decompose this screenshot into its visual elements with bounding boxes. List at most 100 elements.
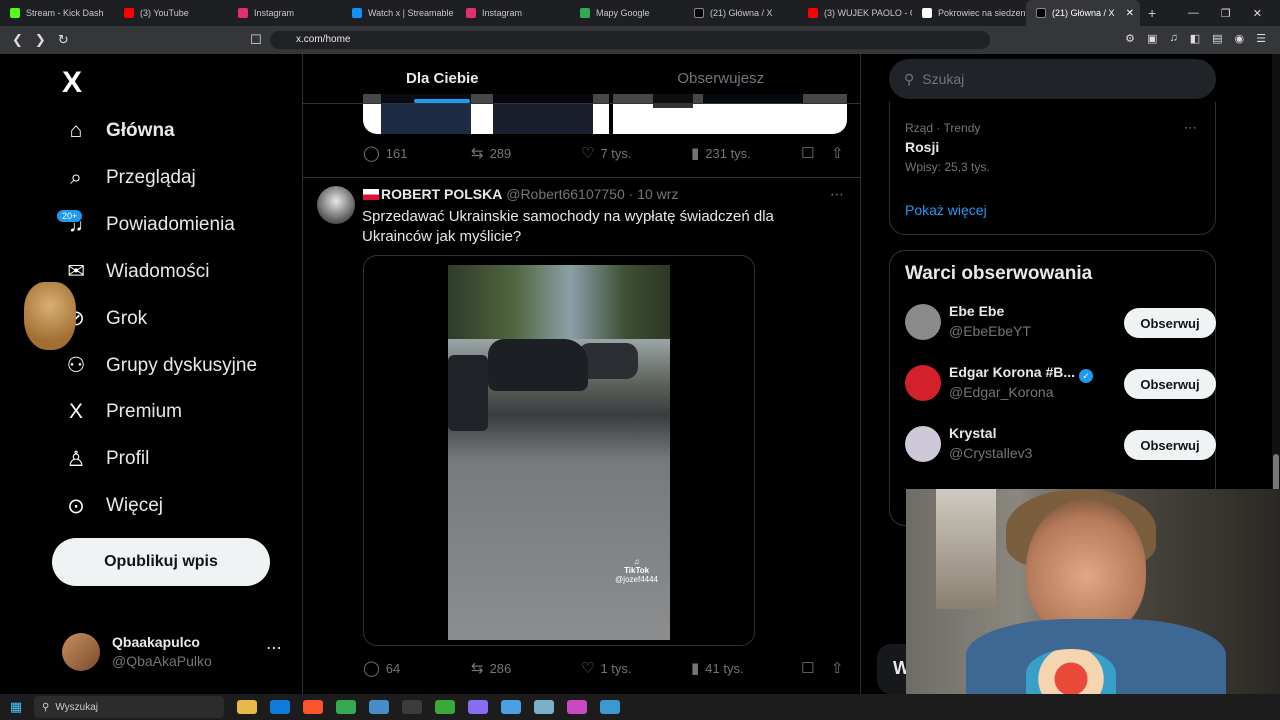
tab-following[interactable]: Obserwujesz	[582, 54, 861, 103]
like-button[interactable]: ♡ 7 tys.	[581, 144, 632, 162]
share-button[interactable]: ⇧	[831, 659, 844, 677]
user-name[interactable]: Ebe Ebe	[949, 303, 1004, 319]
tweet-text: Sprzedawać Ukrainskie samochody na wypła…	[362, 208, 774, 245]
taskbar-app-icon[interactable]	[468, 700, 488, 714]
tweet-video[interactable]: ♫ TikTok @jozef4444	[363, 255, 755, 646]
reply-button[interactable]: ◯ 64	[363, 659, 400, 677]
back-icon[interactable]: ❮	[12, 32, 23, 48]
screenshot-icon[interactable]: ▣	[1147, 32, 1157, 45]
bookmark-button[interactable]: ☐	[801, 144, 814, 162]
sidebar-icon[interactable]: ◧	[1190, 32, 1200, 45]
avatar[interactable]	[905, 426, 941, 462]
browser-tab[interactable]: Stream - Kick Dash	[0, 0, 114, 26]
taskbar-app-icon[interactable]	[600, 700, 620, 714]
suggested-user[interactable]: Krystal @Crystallev3 Obserwuj	[905, 423, 1216, 467]
menu-icon[interactable]: ☰	[1256, 32, 1266, 45]
taskbar-app-icon[interactable]	[369, 700, 389, 714]
taskbar-app-icon[interactable]	[303, 700, 323, 714]
repost-button[interactable]: ⇆ 286	[471, 659, 511, 677]
tab-favicon-icon	[466, 8, 476, 18]
avatar[interactable]	[905, 304, 941, 340]
close-icon[interactable]: ✕	[1253, 7, 1262, 20]
follow-button[interactable]: Obserwuj	[1124, 430, 1216, 460]
nav-item[interactable]: ♙ Profil	[62, 439, 150, 479]
show-more-link[interactable]: Pokaż więcej	[905, 202, 987, 218]
avatar[interactable]	[317, 186, 355, 224]
taskbar-app-icon[interactable]	[270, 700, 290, 714]
maximize-icon[interactable]: ❐	[1221, 7, 1231, 20]
browser-tab[interactable]: Pokrowiec na siedzeni	[912, 0, 1026, 26]
trend-name[interactable]: Rosji	[905, 139, 939, 155]
heart-icon: ♡	[581, 660, 595, 677]
nav-item-label: Grok	[106, 307, 148, 329]
browser-tab[interactable]: Mapy Google	[570, 0, 684, 26]
browser-tab[interactable]: (3) WUJEK PAOLO - OF	[798, 0, 912, 26]
post-button[interactable]: Opublikuj wpis	[52, 538, 270, 586]
address-bar[interactable]: x.com/home	[270, 31, 990, 49]
taskbar-app-icon[interactable]	[567, 700, 587, 714]
nav-item[interactable]: ✉ Wiadomości	[62, 252, 209, 292]
repost-button[interactable]: ⇆ 289	[471, 144, 511, 162]
tab-label: (3) YouTube	[140, 8, 189, 18]
minimize-icon[interactable]: —	[1188, 7, 1199, 19]
nav-item[interactable]: ⌂ Główna	[62, 111, 175, 151]
nav-item[interactable]: X Premium	[62, 392, 182, 432]
music-icon[interactable]: ♫	[1169, 32, 1177, 45]
browser-tab[interactable]: (21) Główna / X ✕	[1026, 0, 1140, 26]
account-switcher[interactable]: Qbaakapulco @QbaAkaPulko ⋯	[62, 630, 292, 674]
user-name[interactable]: Krystal	[949, 425, 996, 441]
author-name[interactable]: ROBERT POLSKA	[381, 186, 502, 202]
reload-icon[interactable]: ↻	[58, 32, 69, 48]
taskbar-app-icon[interactable]	[534, 700, 554, 714]
previous-post-actions: ◯ 161 ⇆ 289 ♡ 7 tys. ▮ 231 tys. ☐ ⇧	[363, 143, 849, 163]
follow-button[interactable]: Obserwuj	[1124, 308, 1216, 338]
tweet-time[interactable]: · 10 wrz	[629, 186, 679, 202]
bookmark-button[interactable]: ☐	[801, 659, 814, 677]
forward-icon[interactable]: ❯	[35, 32, 46, 48]
search-input[interactable]: ⚲ Szukaj	[889, 59, 1216, 99]
nav-item[interactable]: ⊙ Więcej	[62, 486, 163, 526]
who-to-follow-title: Warci obserwowania	[905, 263, 1093, 284]
taskbar-app-icon[interactable]	[402, 700, 422, 714]
views-button[interactable]: ▮ 231 tys.	[691, 144, 751, 162]
video-frame[interactable]: ♫ TikTok @jozef4444	[448, 265, 670, 640]
close-tab-icon[interactable]: ✕	[1126, 8, 1134, 19]
suggested-user[interactable]: Edgar Korona #B... ✓ @Edgar_Korona Obserwuj	[905, 362, 1216, 406]
reply-button[interactable]: ◯ 161	[363, 144, 408, 162]
avatar[interactable]	[905, 365, 941, 401]
browser-tab[interactable]: (21) Główna / X	[684, 0, 798, 26]
avatar	[62, 633, 100, 671]
taskbar-app-icon[interactable]	[336, 700, 356, 714]
browser-tab[interactable]: Watch x | Streamable	[342, 0, 456, 26]
taskbar-app-icon[interactable]	[435, 700, 455, 714]
bookmark-icon[interactable]: ☐	[250, 32, 262, 48]
follow-button[interactable]: Obserwuj	[1124, 369, 1216, 399]
more-dots-icon[interactable]: ⋯	[830, 186, 844, 203]
nav-item[interactable]: ⚇ Grupy dyskusyjne	[62, 346, 257, 386]
x-logo-icon[interactable]: X	[62, 66, 82, 100]
windows-start-icon[interactable]: ▦	[0, 699, 32, 715]
browser-tab[interactable]: Instagram	[456, 0, 570, 26]
views-button[interactable]: ▮ 41 tys.	[691, 659, 744, 677]
share-button[interactable]: ⇧	[831, 144, 844, 162]
new-tab-icon[interactable]: +	[1148, 5, 1156, 21]
browser-tab[interactable]: Instagram	[228, 0, 342, 26]
suggested-user[interactable]: Ebe Ebe @EbeEbeYT Obserwuj	[905, 301, 1216, 345]
like-button[interactable]: ♡ 1 tys.	[581, 659, 632, 677]
browser-tab[interactable]: (3) YouTube	[114, 0, 228, 26]
extensions-icon[interactable]: ⚙	[1125, 32, 1135, 45]
vpn-icon[interactable]: ◉	[1235, 32, 1245, 45]
tab-for-you[interactable]: Dla Ciebie	[303, 54, 582, 103]
wallet-icon[interactable]: ▤	[1212, 32, 1222, 45]
scrollbar-thumb[interactable]	[1273, 454, 1279, 494]
tab-label: (3) WUJEK PAOLO - OF	[824, 8, 912, 18]
author-handle[interactable]: @Robert66107750	[506, 186, 625, 202]
taskbar-app-icon[interactable]	[501, 700, 521, 714]
more-dots-icon[interactable]: ⋯	[1184, 120, 1197, 136]
user-name[interactable]: Edgar Korona #B... ✓	[949, 364, 1094, 383]
taskbar-search[interactable]: ⚲ Wyszukaj	[34, 696, 224, 718]
taskbar-app-icon[interactable]	[237, 700, 257, 714]
nav-item-label: Główna	[106, 120, 175, 141]
nav-item[interactable]: ♫ 20+ Powiadomienia	[56, 205, 235, 245]
nav-item[interactable]: ⌕ Przeglądaj	[62, 158, 196, 198]
